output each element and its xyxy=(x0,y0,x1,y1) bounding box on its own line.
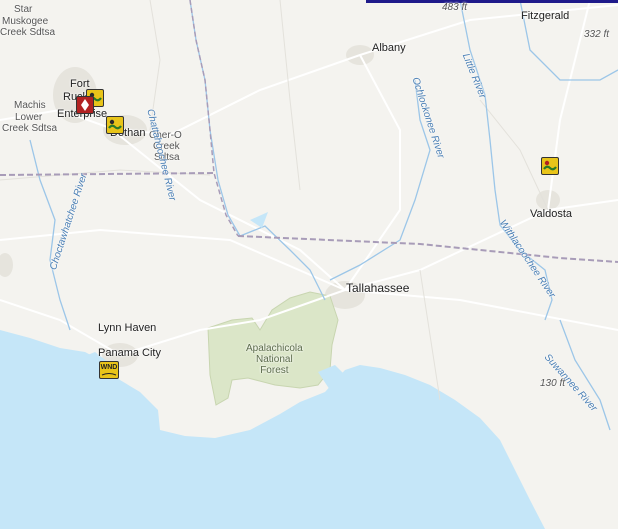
city-label-creek-sdtsa: Creek Sdtsa xyxy=(0,27,56,38)
city-label-star: Star xyxy=(14,4,33,15)
city-label-lower: Lower xyxy=(15,112,43,123)
wind-marker-label: WND xyxy=(100,364,118,371)
wind-advisory-marker[interactable]: WND xyxy=(99,361,119,379)
map-view[interactable]: Star Muskogee Creek Sdtsa Fort Rucker Ma… xyxy=(0,0,618,529)
warning-marker[interactable] xyxy=(76,96,94,114)
flood-icon xyxy=(108,119,122,130)
city-label-tallahassee: Tallahassee xyxy=(346,281,410,295)
park-label-line-3: Forest xyxy=(260,365,289,376)
city-label-machis: Machis xyxy=(14,100,46,111)
flood-icon xyxy=(543,160,557,171)
park-label: Apalachicola National Forest xyxy=(246,343,303,376)
city-label-fitzgerald: Fitzgerald xyxy=(521,10,570,22)
alert-icon xyxy=(81,99,89,111)
flood-advisory-marker-dothan[interactable] xyxy=(106,116,124,134)
elevation-label-332: 332 ft xyxy=(584,29,610,40)
city-label-valdosta: Valdosta xyxy=(530,208,572,220)
park-label-line-1: Apalachicola xyxy=(246,343,303,354)
flood-advisory-marker-valdosta[interactable] xyxy=(541,157,559,175)
park-label-line-2: National xyxy=(256,354,293,365)
elevation-label-483: 483 ft xyxy=(442,2,468,13)
city-label-creek-sdtsa-2: Creek Sdtsa xyxy=(2,123,58,134)
city-label-panama-city: Panama City xyxy=(98,347,161,359)
elevation-label-130: 130 ft xyxy=(540,378,566,389)
city-label-lynn-haven: Lynn Haven xyxy=(98,322,157,334)
city-label-albany: Albany xyxy=(372,42,406,54)
wind-icon xyxy=(101,373,117,376)
city-label-muskogee: Muskogee xyxy=(2,16,49,27)
top-bar xyxy=(366,0,618,3)
